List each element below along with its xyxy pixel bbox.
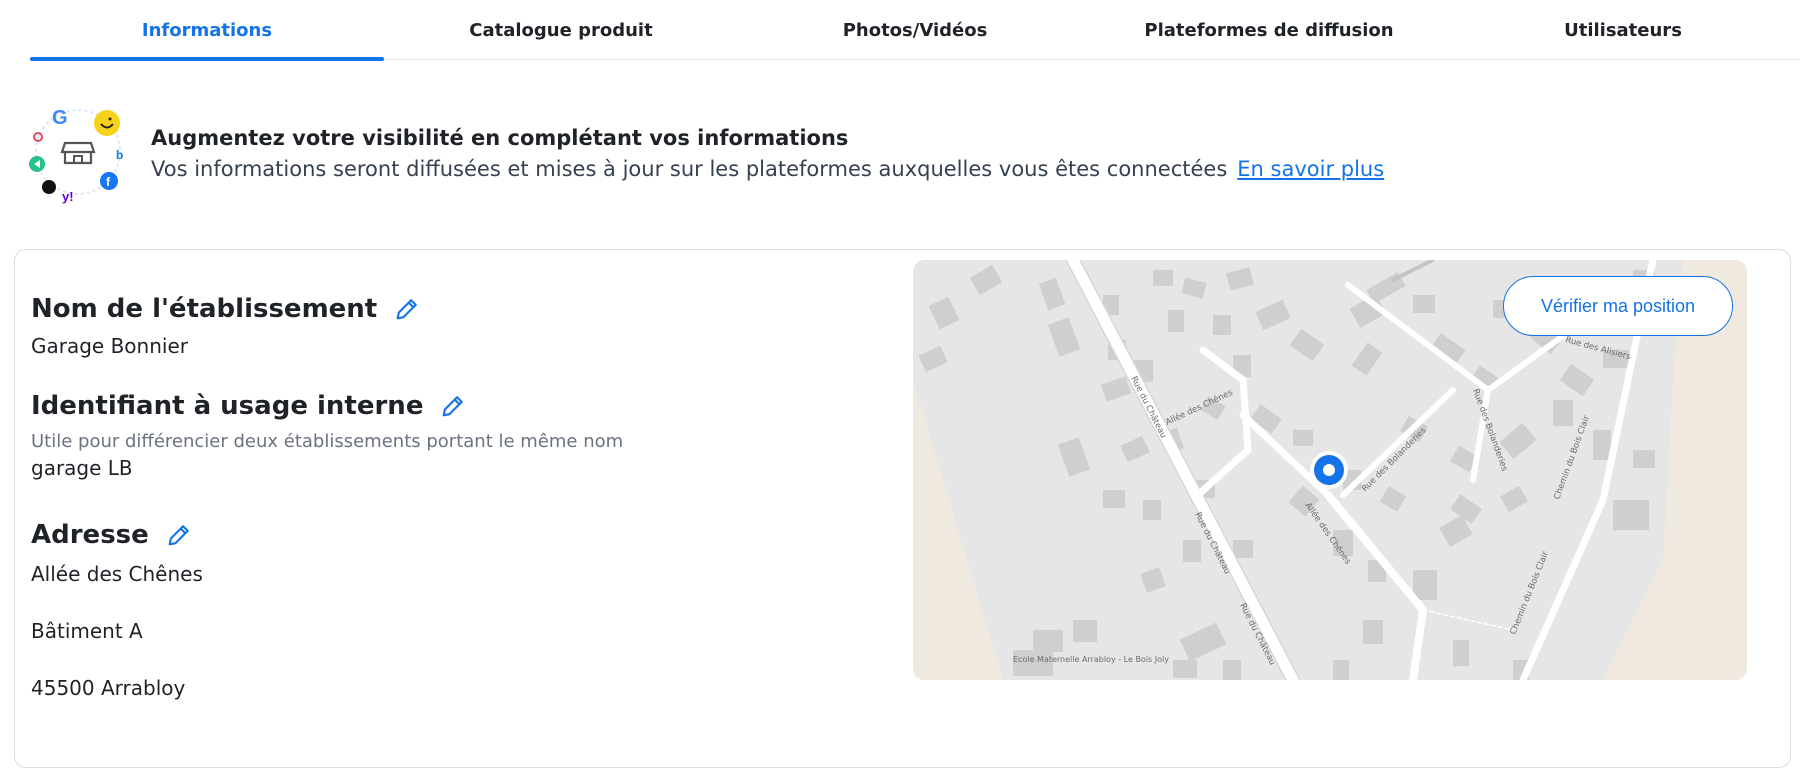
- address-title: Adresse: [31, 520, 149, 550]
- facebook-icon: f: [100, 172, 118, 190]
- address-line-2: Bâtiment A: [31, 619, 143, 643]
- waze-icon: [29, 156, 45, 172]
- tab-catalogue-produit[interactable]: Catalogue produit: [384, 0, 738, 60]
- banner-description: Vos informations seront diffusées et mis…: [151, 157, 1384, 181]
- tab-utilisateurs[interactable]: Utilisateurs: [1446, 0, 1800, 60]
- svg-text:G: G: [52, 107, 68, 129]
- svg-text:b: b: [116, 148, 123, 162]
- uber-icon: [42, 180, 56, 194]
- internal-id-value: garage LB: [31, 456, 133, 480]
- platforms-logo: G f b y!: [29, 107, 123, 204]
- google-icon: G: [52, 107, 68, 129]
- bing-icon: b: [116, 148, 123, 162]
- learn-more-link[interactable]: En savoir plus: [1237, 157, 1384, 181]
- tab-bar: Informations Catalogue produit Photos/Vi…: [30, 0, 1800, 61]
- location-pin-icon[interactable]: [1310, 451, 1348, 489]
- internal-id-section: Identifiant à usage interne Utile pour d…: [31, 391, 623, 480]
- verify-position-button[interactable]: Vérifier ma position: [1503, 276, 1733, 336]
- banner-description-text: Vos informations seront diffusées et mis…: [151, 157, 1228, 181]
- smiley-icon: [94, 110, 120, 136]
- tab-photos-videos[interactable]: Photos/Vidéos: [738, 0, 1092, 60]
- address-line-3: 45500 Arrabloy: [31, 676, 186, 700]
- edit-address-pencil-icon[interactable]: [165, 521, 193, 549]
- store-icon: [60, 141, 96, 165]
- establishment-card: Nom de l'établissement Garage Bonnier Id…: [14, 249, 1791, 768]
- map-label-school: Ecole Maternelle Arrabloy - Le Bois Joly: [1013, 655, 1169, 664]
- yahoo-icon: y!: [62, 189, 74, 204]
- tab-plateformes-diffusion[interactable]: Plateformes de diffusion: [1092, 0, 1446, 60]
- svg-text:y!: y!: [62, 189, 74, 204]
- address-line-1: Allée des Chênes: [31, 562, 203, 586]
- edit-name-pencil-icon[interactable]: [393, 295, 421, 323]
- tab-informations[interactable]: Informations: [30, 0, 384, 61]
- edit-internal-id-pencil-icon[interactable]: [439, 392, 467, 420]
- internal-id-hint: Utile pour différencier deux établisseme…: [31, 431, 624, 452]
- internal-id-title: Identifiant à usage interne: [31, 391, 424, 421]
- establishment-name-title: Nom de l'établissement: [31, 294, 378, 324]
- address-section: Adresse Allée des Chênes Bâtiment A 4550…: [31, 520, 203, 733]
- establishment-name-section: Nom de l'établissement Garage Bonnier: [31, 294, 421, 358]
- establishment-name-value: Garage Bonnier: [31, 334, 188, 358]
- visibility-banner: G f b y! Augmentez votre visibilité en c…: [28, 100, 1528, 210]
- banner-title: Augmentez votre visibilité en complétant…: [151, 126, 849, 150]
